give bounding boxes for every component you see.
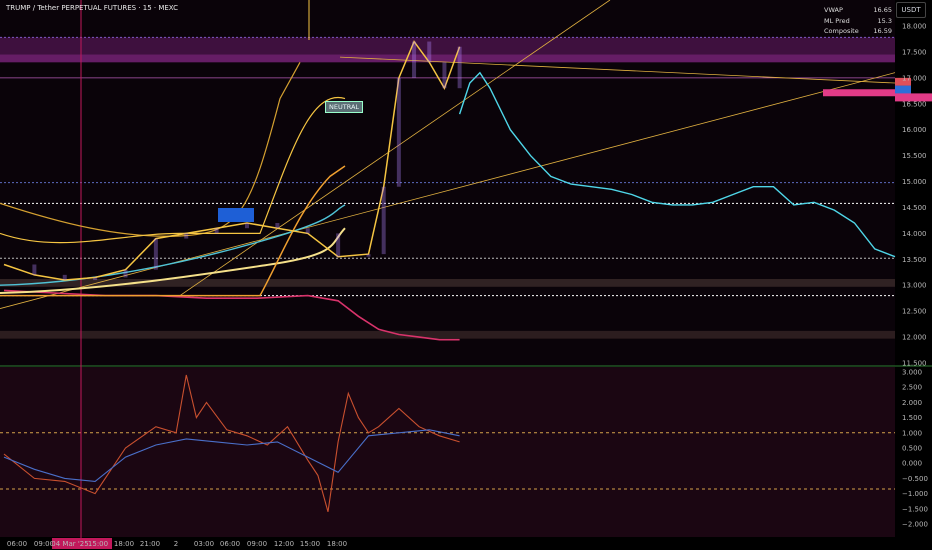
price-tick: 16.500 (902, 100, 927, 108)
indicator-legend: VWAP 16.65 ML Pred 15.3 Composite 16.59 (802, 5, 892, 37)
osc-tick: 1.000 (902, 429, 922, 437)
price-tick: 11.500 (902, 360, 927, 368)
time-tick: 2 (174, 540, 178, 548)
price-tick: 13.000 (902, 282, 927, 290)
candle (381, 186, 386, 255)
support-band-low (0, 330, 895, 339)
candle (153, 238, 158, 270)
indicator-vwap: VWAP 16.65 (824, 6, 892, 14)
time-tick: 09:00 (247, 540, 267, 548)
candle (412, 41, 417, 78)
time-tick: 18:00 (114, 540, 134, 548)
time-tick: 18:00 (327, 540, 347, 548)
osc-tick: −1.500 (902, 505, 928, 513)
time-tick: 06:00 (220, 540, 240, 548)
osc-tick: −0.500 (902, 475, 928, 483)
candle (336, 233, 341, 257)
currency-selector[interactable]: USDT (896, 2, 926, 18)
candle (305, 228, 310, 234)
price-tick: 17.500 (902, 48, 927, 56)
price-tick: 17.000 (902, 74, 927, 82)
price-tag-composite (895, 85, 911, 94)
time-tick: 15:00 (300, 540, 320, 548)
indicator-composite: Composite 16.59 (824, 27, 892, 35)
osc-tick: −1.000 (902, 490, 928, 498)
chart-screen: 18.000 17.500 17.000 16.500 16.000 15.500 15.0… (0, 0, 932, 550)
price-tick: 12.000 (902, 334, 927, 342)
info-box (218, 208, 254, 222)
candle (366, 254, 371, 257)
osc-tick: 2.000 (902, 399, 922, 407)
price-tick: 13.500 (902, 256, 927, 264)
time-tick: 04 Mar '25 (51, 540, 88, 548)
price-tick: 14.000 (902, 230, 927, 238)
time-tick: 21:00 (140, 540, 160, 548)
chart-canvas[interactable]: 18.000 17.500 17.000 16.500 16.000 15.500 15.0… (0, 0, 932, 550)
chart-title: TRUMP / Tether PERPETUAL FUTURES · 15 · … (6, 4, 178, 12)
price-tick: 15.500 (902, 152, 927, 160)
candle (442, 62, 447, 89)
candle (457, 46, 462, 89)
osc-tick: −2.000 (902, 521, 928, 529)
time-tick: 12:00 (274, 540, 294, 548)
candle (93, 277, 98, 281)
osc-tick: 0.000 (902, 460, 922, 468)
candle (184, 233, 189, 239)
indicator-ml-pred: ML Pred 15.3 (824, 16, 892, 25)
candle (123, 269, 128, 278)
time-tick: 03:00 (194, 540, 214, 548)
candle (245, 223, 249, 229)
price-tick: 15.000 (902, 178, 927, 186)
price-tick: 16.000 (902, 126, 927, 134)
time-tick: 15:00 (88, 540, 108, 548)
osc-pane-bg (0, 367, 895, 537)
time-tick: 06:00 (7, 540, 27, 548)
candle (396, 77, 401, 187)
price-tag-bar (823, 89, 895, 97)
osc-tick: 3.000 (902, 369, 922, 377)
candle (275, 223, 280, 229)
candle (62, 274, 67, 281)
price-tick: 18.000 (902, 23, 927, 31)
price-tick: 12.500 (902, 308, 927, 316)
osc-tick: 1.500 (902, 414, 922, 422)
candle (32, 264, 37, 275)
price-tick: 14.500 (902, 204, 927, 212)
osc-tick: 0.500 (902, 445, 922, 453)
osc-tick: 2.500 (902, 384, 922, 392)
neutral-label: NEUTRAL (325, 101, 364, 113)
resistance-zone-inner (0, 54, 895, 63)
candle (427, 41, 432, 63)
candle (214, 228, 219, 234)
